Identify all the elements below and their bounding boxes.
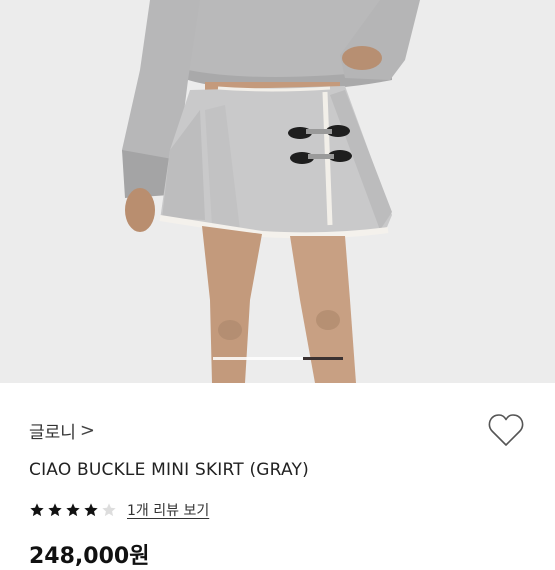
product-title: CIAO BUCKLE MINI SKIRT (GRAY): [29, 460, 309, 480]
carousel-indicator-active: [303, 357, 343, 360]
review-link[interactable]: 1개 리뷰 보기: [127, 500, 209, 520]
carousel-indicator-track: [213, 357, 303, 360]
star-icon: [66, 503, 80, 517]
carousel-indicator[interactable]: [213, 357, 343, 360]
star-empty-icon: [102, 503, 116, 517]
heart-outline-icon: [488, 414, 524, 446]
brand-name: 글로니: [29, 423, 76, 443]
product-image[interactable]: [0, 0, 555, 383]
rating-row: 1개 리뷰 보기: [29, 500, 209, 520]
product-photo-illustration: [0, 0, 555, 383]
chevron-right-icon: >: [79, 420, 96, 441]
star-icon: [30, 503, 44, 517]
star-icon: [84, 503, 98, 517]
wishlist-button[interactable]: [487, 412, 525, 448]
star-icon: [48, 503, 62, 517]
product-price: 248,000원: [29, 544, 150, 569]
brand-link[interactable]: 글로니 >: [29, 418, 95, 443]
